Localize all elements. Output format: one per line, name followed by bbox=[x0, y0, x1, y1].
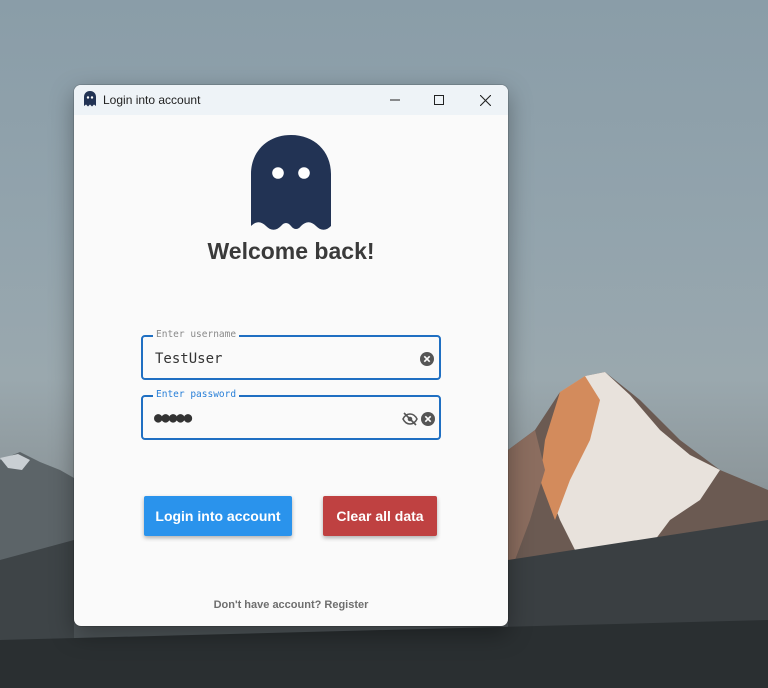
hide-password-icon[interactable] bbox=[402, 412, 418, 426]
clear-data-button[interactable]: Clear all data bbox=[323, 496, 437, 536]
welcome-heading: Welcome back! bbox=[207, 238, 375, 264]
minimize-icon bbox=[390, 99, 400, 101]
maximize-icon bbox=[434, 95, 444, 105]
window-title: Login into account bbox=[103, 93, 201, 107]
ghost-logo bbox=[251, 135, 331, 230]
username-value[interactable]: TestUser bbox=[155, 351, 222, 367]
clear-username-icon[interactable] bbox=[420, 352, 434, 366]
password-value[interactable]: ●●●●● bbox=[154, 410, 192, 426]
clear-password-icon[interactable] bbox=[421, 412, 435, 426]
close-icon bbox=[479, 94, 491, 106]
minimize-button[interactable] bbox=[372, 85, 418, 115]
login-button[interactable]: Login into account bbox=[144, 496, 292, 536]
title-bar[interactable]: Login into account bbox=[74, 85, 508, 115]
ghost-app-icon bbox=[84, 91, 96, 107]
maximize-button[interactable] bbox=[416, 85, 462, 115]
login-window: Login into account Welcome back! Enter u… bbox=[74, 85, 508, 626]
password-field[interactable]: Enter password ●●●●● bbox=[141, 389, 441, 440]
password-label: Enter password bbox=[153, 389, 240, 401]
username-label: Enter username bbox=[153, 329, 240, 341]
register-link[interactable]: Don't have account? Register bbox=[74, 599, 508, 611]
close-button[interactable] bbox=[462, 85, 508, 115]
username-field[interactable]: Enter username TestUser bbox=[141, 329, 441, 380]
